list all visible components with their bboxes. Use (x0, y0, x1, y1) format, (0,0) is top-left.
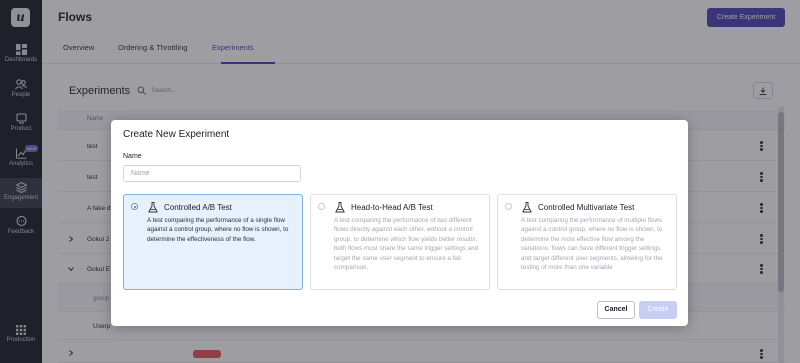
card-description: A test comparing the performance of mult… (521, 217, 663, 272)
create-button[interactable]: Create (639, 301, 677, 319)
radio-button[interactable] (505, 203, 512, 210)
cancel-button[interactable]: Cancel (597, 301, 635, 319)
flask-icon (335, 202, 345, 213)
name-label: Name (123, 153, 142, 160)
flask-icon (148, 202, 158, 213)
experiment-type-card-controlled-ab[interactable]: Controlled A/B Test A test comparing the… (123, 194, 303, 290)
radio-button[interactable] (131, 203, 138, 210)
create-experiment-modal: Create New Experiment Name Controlled A/… (111, 120, 688, 326)
card-description: A test comparing the performance of a si… (147, 217, 289, 243)
card-title: Controlled A/B Test (164, 203, 232, 212)
experiment-type-card-multivariate[interactable]: Controlled Multivariate Test A test comp… (497, 194, 677, 290)
card-title: Controlled Multivariate Test (538, 203, 635, 212)
modal-title: Create New Experiment (123, 129, 230, 140)
name-input[interactable] (123, 165, 301, 182)
card-description: A test comparing the performance of two … (334, 217, 479, 272)
experiment-type-card-head-to-head[interactable]: Head-to-Head A/B Test A test comparing t… (310, 194, 490, 290)
radio-button[interactable] (318, 203, 325, 210)
flask-icon (522, 202, 532, 213)
card-title: Head-to-Head A/B Test (351, 203, 433, 212)
